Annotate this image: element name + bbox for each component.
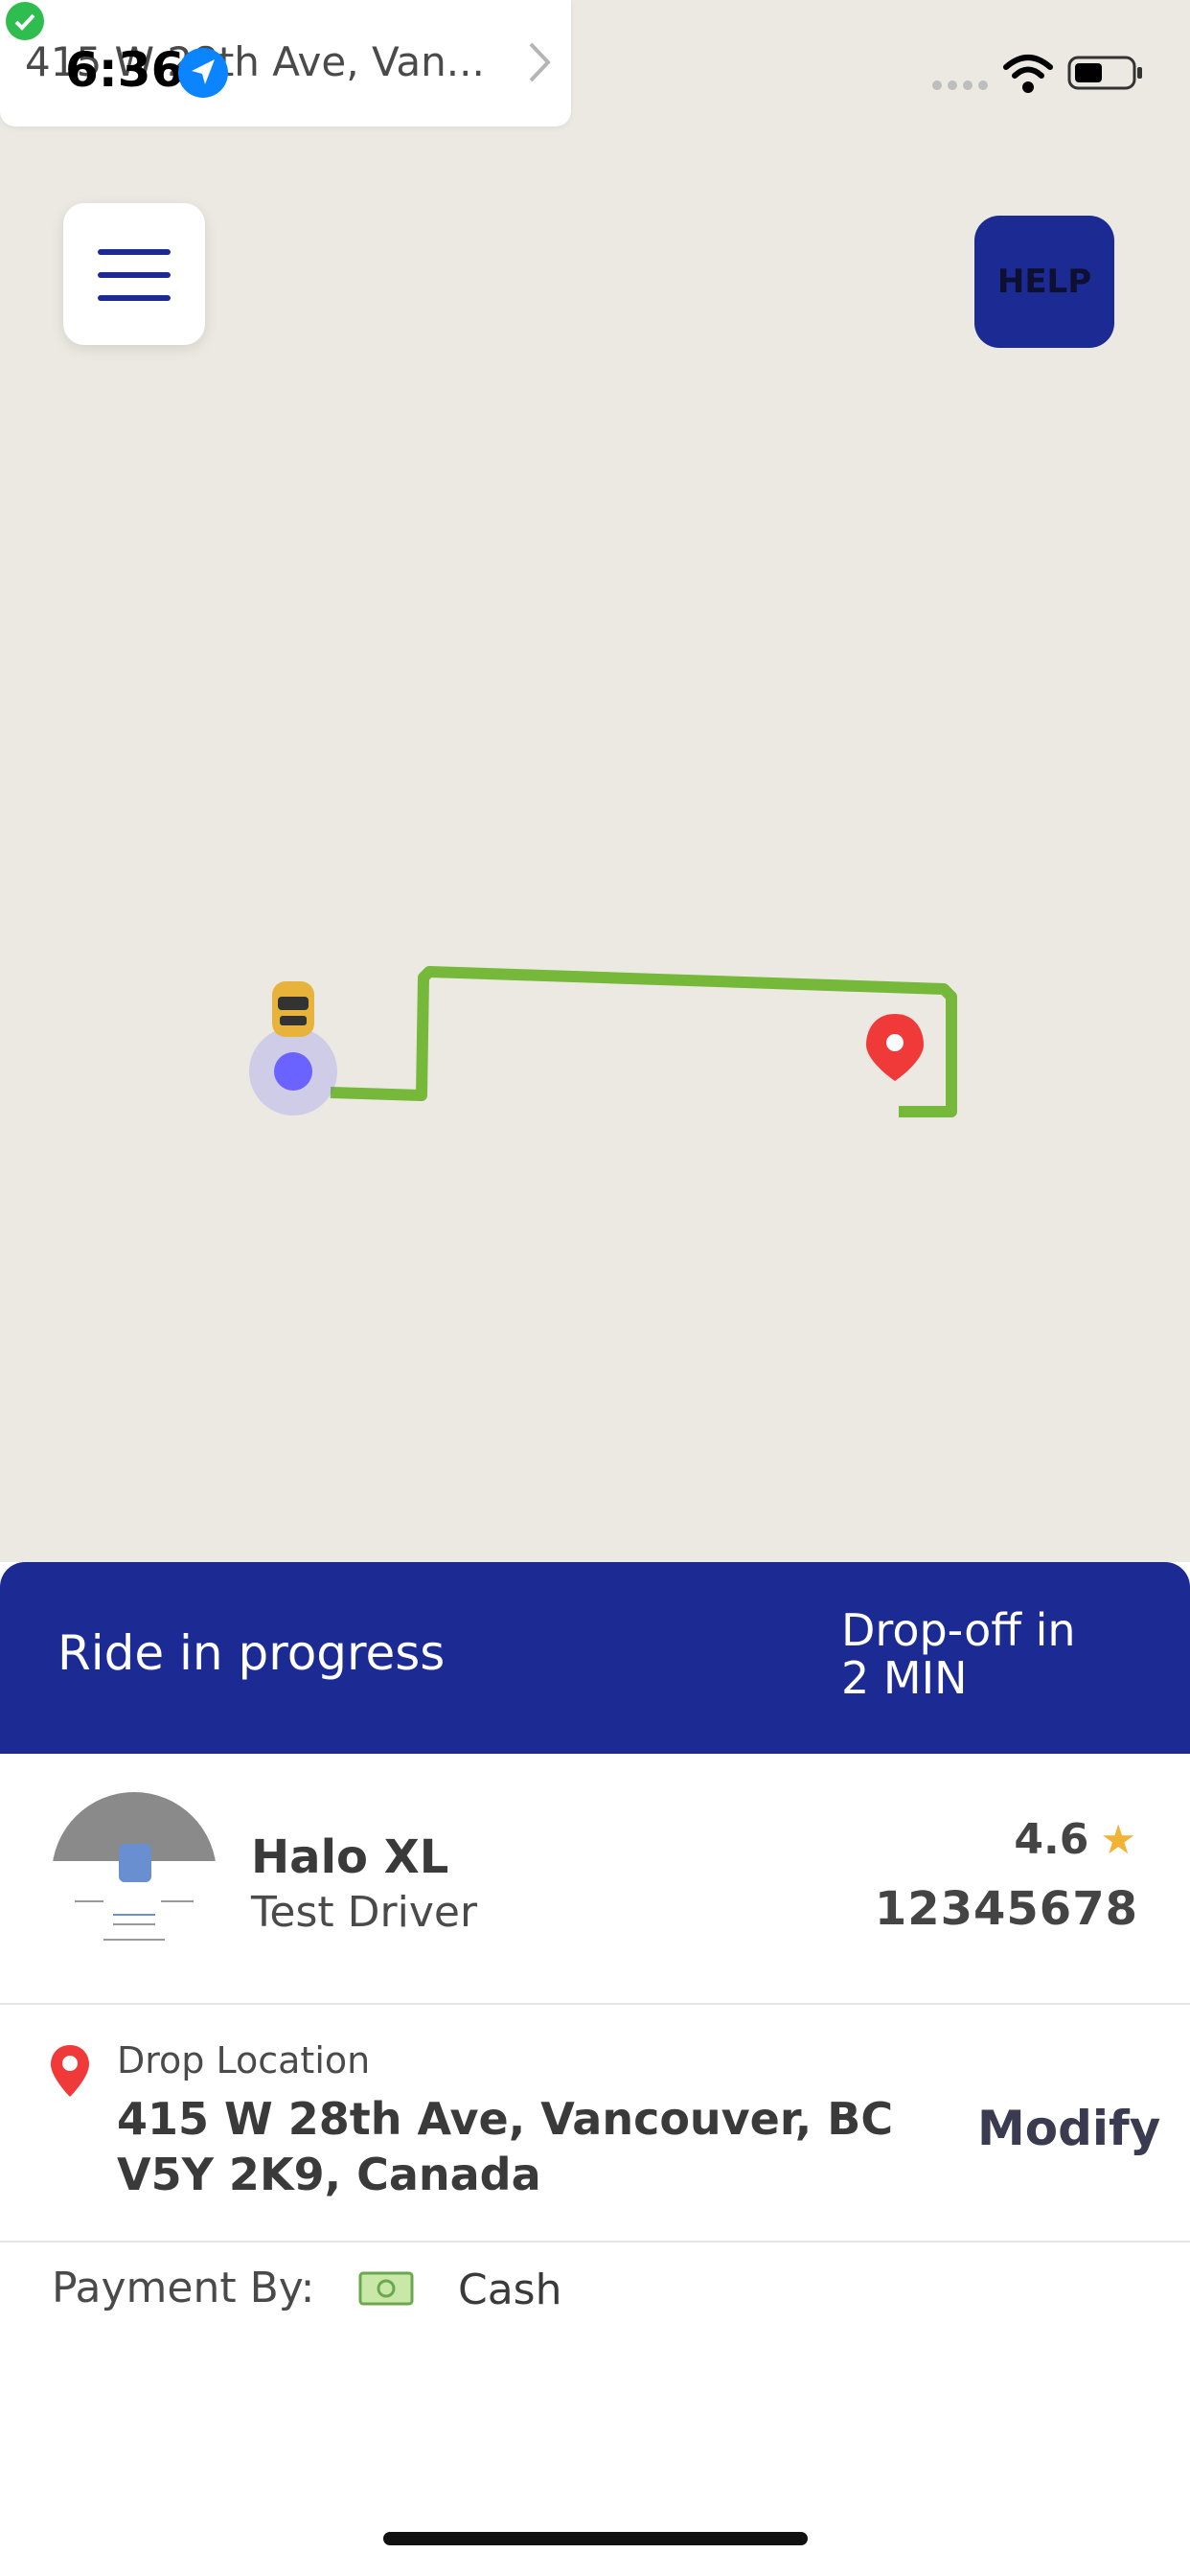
driver-rating: 4.6 ★	[1014, 1815, 1136, 1864]
location-arrow-icon	[178, 48, 228, 98]
wifi-icon	[1003, 55, 1053, 93]
hamburger-icon	[98, 249, 171, 255]
car-icon	[272, 981, 314, 1037]
payment-label: Payment By:	[52, 2264, 315, 2312]
cash-icon	[358, 2271, 414, 2306]
home-indicator[interactable]	[383, 2532, 808, 2545]
help-button[interactable]: HELP	[974, 216, 1114, 348]
location-pin-icon	[51, 2045, 89, 2097]
route-line	[330, 966, 957, 1117]
ride-details-sheet: Ride in progress Drop-off in 2 MIN Halo …	[0, 1562, 1190, 2576]
rating-value: 4.6	[1014, 1815, 1089, 1864]
drop-location-label: Drop Location	[117, 2039, 371, 2082]
ride-status-header: Ride in progress Drop-off in 2 MIN	[0, 1562, 1190, 1754]
dropoff-eta-value: 2 MIN	[841, 1652, 968, 1704]
cellular-signal-icon	[932, 80, 988, 90]
chevron-right-icon	[529, 42, 551, 82]
menu-button[interactable]	[63, 203, 205, 345]
driver-avatar	[52, 1792, 217, 1957]
driver-info-row[interactable]: Halo XL Test Driver 4.6 ★ 12345678	[0, 1754, 1190, 2005]
drop-location-row: Drop Location 415 W 28th Ave, Vancouver,…	[0, 2005, 1190, 2242]
vehicle-type: Halo XL	[251, 1830, 449, 1884]
status-bar: 415 W 28th Ave, Van... 6:36	[0, 0, 1190, 134]
ride-status-text: Ride in progress	[57, 1625, 446, 1681]
map-view[interactable]: HELP	[0, 0, 1190, 1572]
user-location-dot	[274, 1052, 312, 1091]
payment-row: Payment By: Cash	[0, 2244, 1190, 2359]
destination-pin-icon	[866, 1014, 924, 1081]
status-time: 6:36	[65, 42, 185, 98]
payment-method: Cash	[458, 2266, 562, 2314]
license-plate: 12345678	[874, 1882, 1138, 1936]
star-icon: ★	[1100, 1816, 1136, 1863]
drop-location-address: 415 W 28th Ave, Vancouver, BC V5Y 2K9, C…	[117, 2093, 894, 2200]
dropoff-eta: Drop-off in 2 MIN	[841, 1606, 1076, 1702]
battery-icon	[1067, 56, 1142, 90]
driver-name: Test Driver	[251, 1888, 478, 1937]
hamburger-icon-line	[98, 295, 171, 301]
hamburger-icon-line	[98, 272, 171, 278]
check-icon	[6, 2, 44, 40]
modify-drop-button[interactable]: Modify	[977, 2101, 1160, 2156]
dropoff-eta-label: Drop-off in	[841, 1604, 1076, 1656]
